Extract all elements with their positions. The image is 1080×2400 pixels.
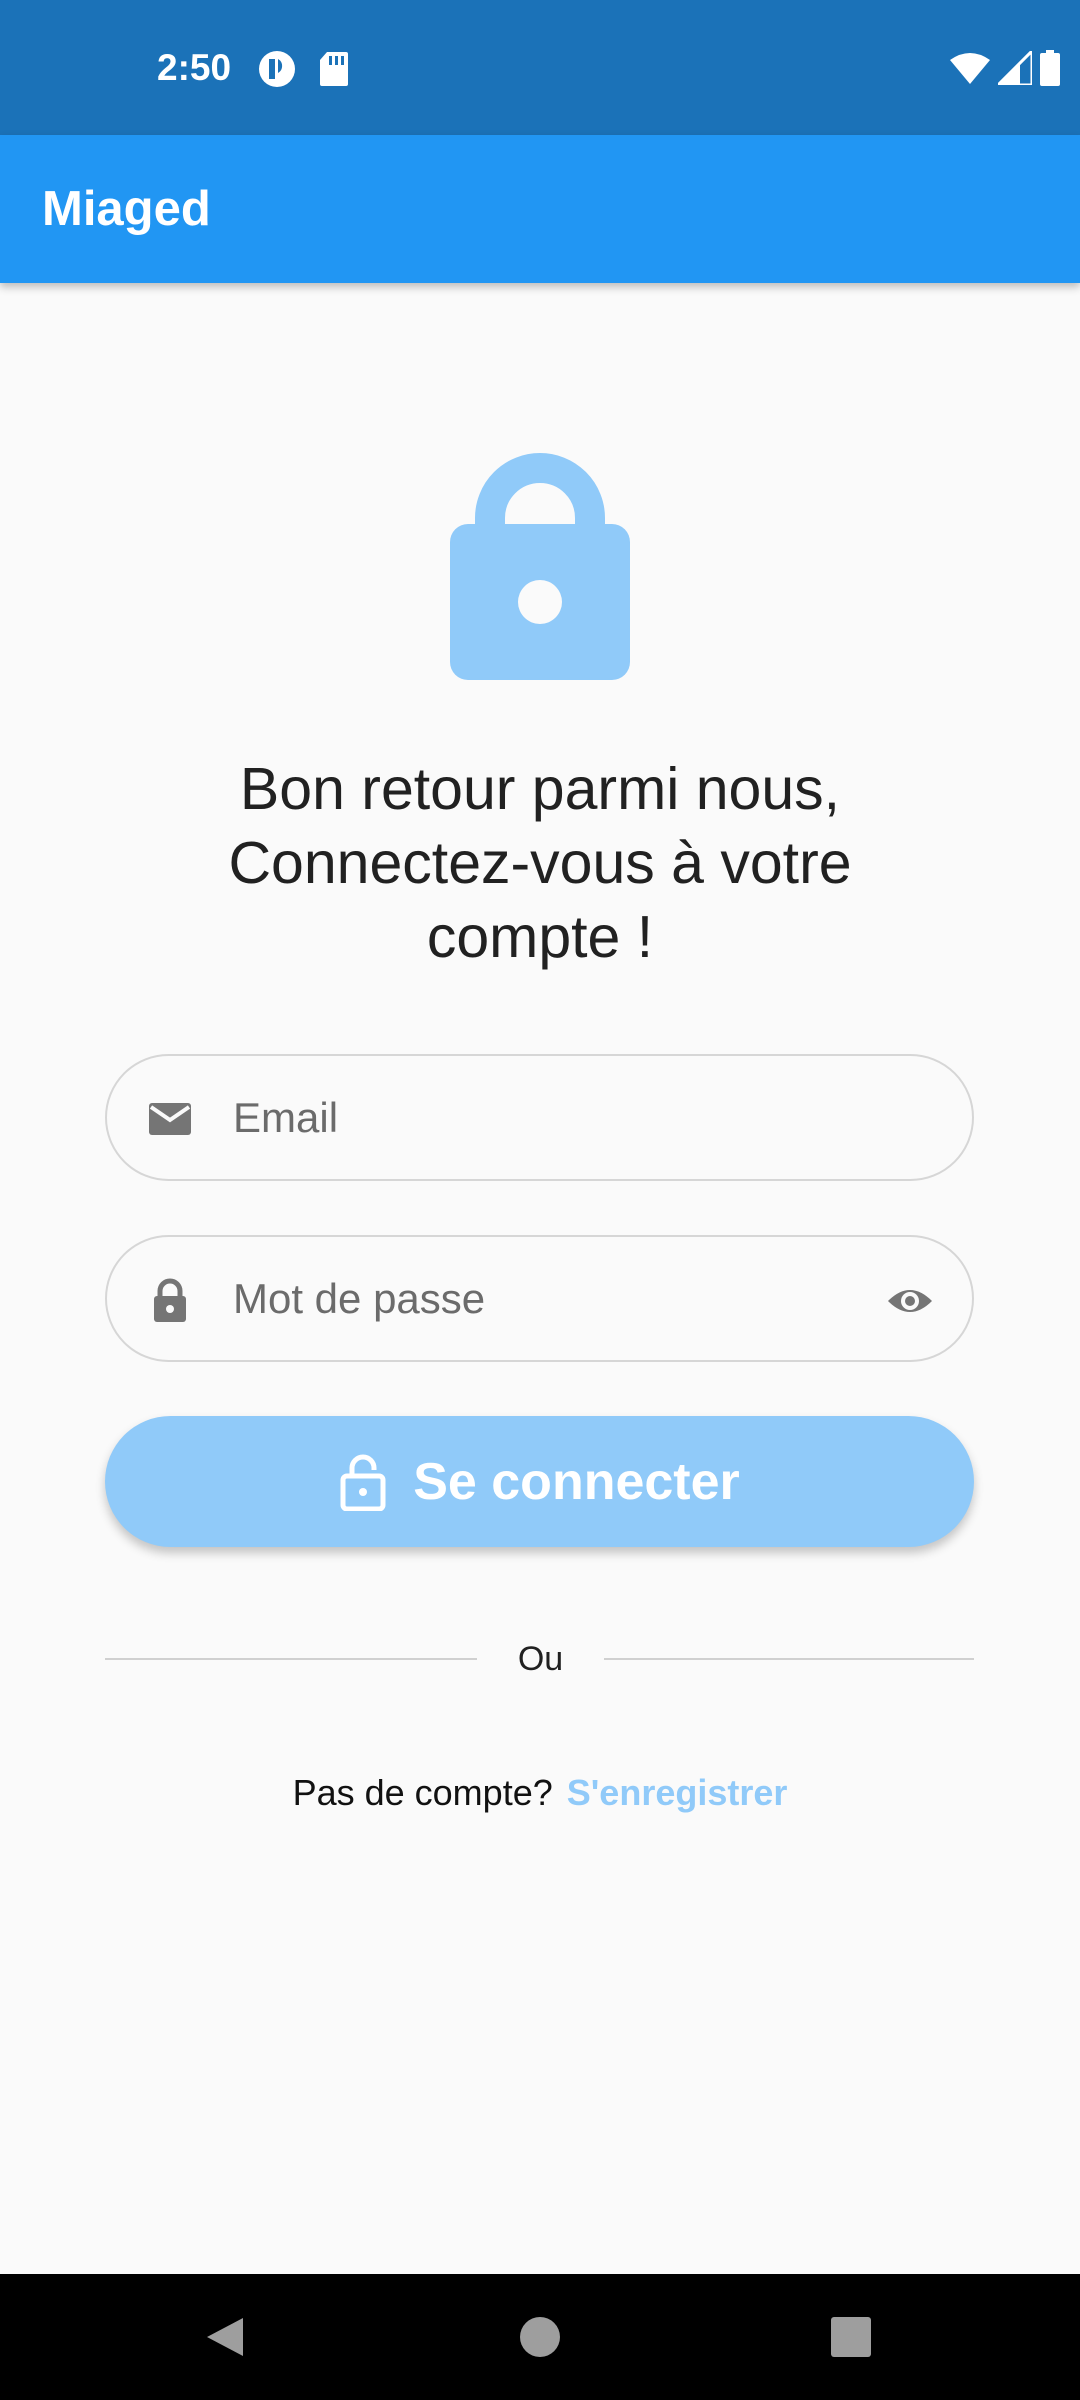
sd-card-icon: [320, 52, 348, 86]
register-link[interactable]: S'enregistrer: [567, 1772, 788, 1813]
welcome-line-2: Connectez-vous à votre: [228, 830, 852, 896]
password-field[interactable]: Mot de passe: [105, 1235, 974, 1362]
lock-icon: [450, 453, 630, 680]
register-prompt: Pas de compte?: [292, 1772, 553, 1813]
lock-open-icon: [340, 1454, 386, 1511]
app-title: Miaged: [42, 182, 211, 236]
divider-text: Ou: [517, 1640, 564, 1678]
lock-icon: [154, 1278, 186, 1322]
register-row: Pas de compte? S'enregistrer: [0, 1768, 1080, 1818]
app-bar: Miaged: [0, 135, 1080, 283]
email-placeholder: Email: [233, 1094, 339, 1141]
welcome-line-3: compte !: [426, 904, 654, 970]
eye-icon[interactable]: [886, 1277, 934, 1325]
password-placeholder: Mot de passe: [233, 1275, 486, 1322]
signal-icon: [998, 51, 1032, 85]
app-notification-icon: [259, 51, 295, 87]
wifi-icon: [950, 53, 990, 84]
status-time: 2:50: [157, 47, 232, 88]
welcome-line-1: Bon retour parmi nous,: [239, 756, 841, 822]
welcome-heading: Bon retour parmi nous, Connectez-vous à …: [140, 752, 940, 974]
recents-icon[interactable]: [828, 2314, 874, 2360]
login-button-label: Se connecter: [413, 1452, 740, 1511]
status-bar: 2:50: [0, 0, 1080, 135]
battery-icon: [1040, 50, 1060, 86]
navigation-bar: [0, 2274, 1080, 2400]
back-icon[interactable]: [203, 2314, 249, 2360]
home-icon[interactable]: [517, 2314, 563, 2360]
login-button[interactable]: Se connecter: [105, 1416, 974, 1547]
divider-line-left: [105, 1658, 477, 1660]
email-icon: [149, 1103, 191, 1135]
status-icons-right: [950, 48, 1060, 88]
divider-line-right: [604, 1658, 974, 1660]
email-field[interactable]: Email: [105, 1054, 974, 1181]
